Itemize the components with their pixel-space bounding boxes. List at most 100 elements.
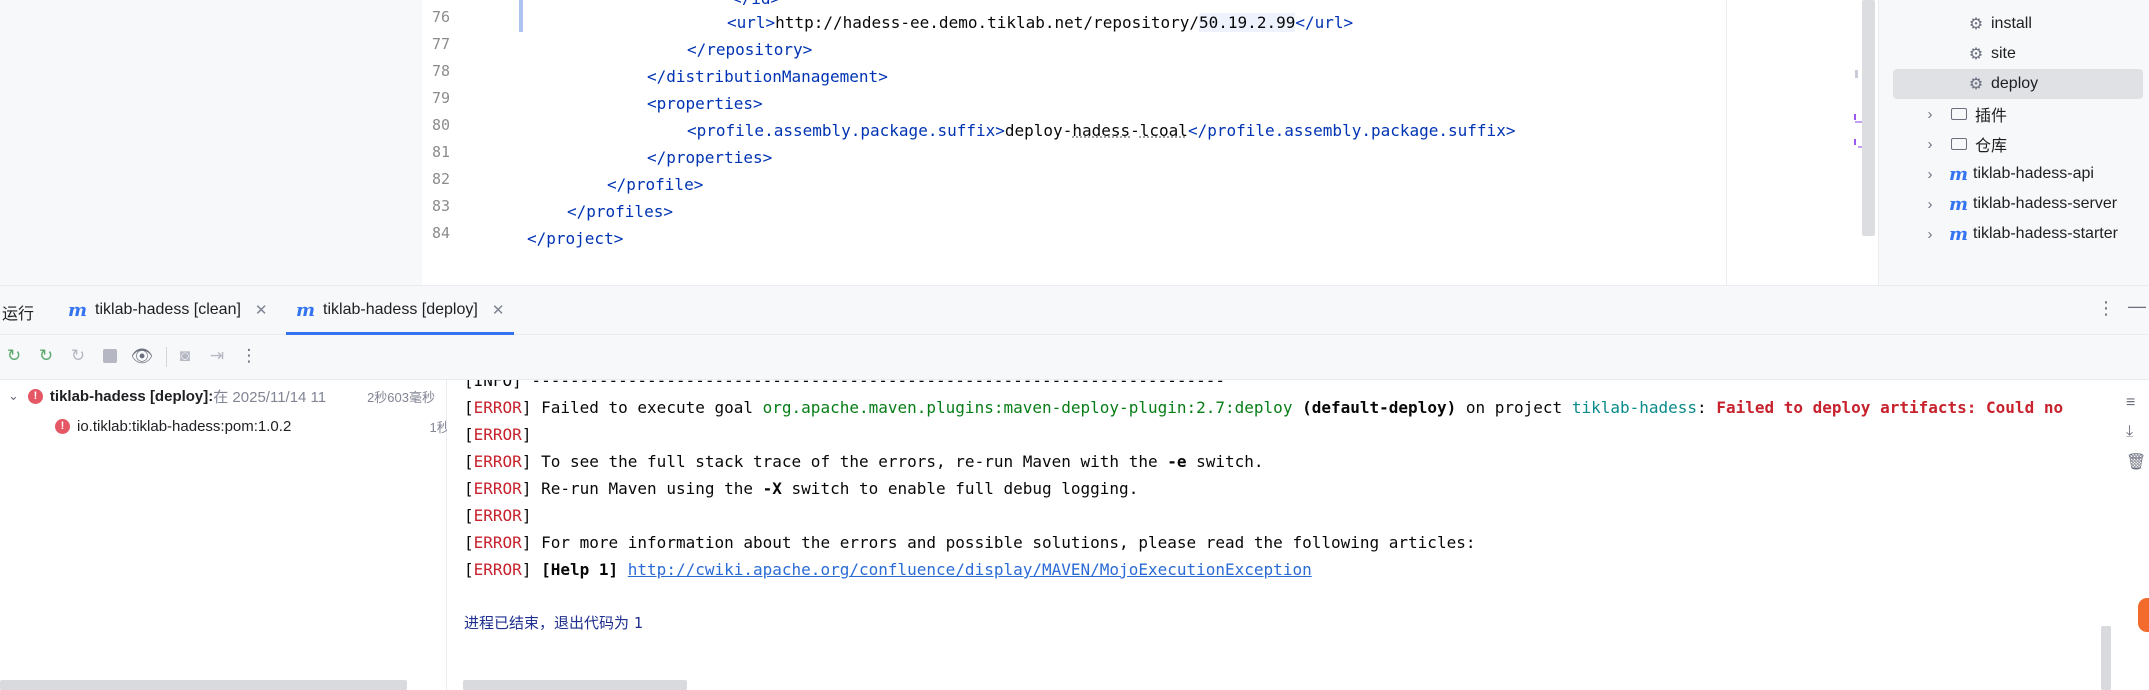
gear-icon: ⚙ xyxy=(1968,46,1984,63)
run-tree-root-time: 2秒603毫秒 xyxy=(367,389,435,405)
tree-item-hadess-server[interactable]: › m tiklab-hadess-server xyxy=(1879,189,2149,219)
tree-item-site[interactable]: ⚙ site xyxy=(1879,39,2149,69)
console-line-error: [ERROR] xyxy=(464,425,532,444)
chevron-right-icon[interactable]: › xyxy=(1923,226,1937,243)
close-icon[interactable]: ✕ xyxy=(492,301,505,319)
tab-deploy[interactable]: m tiklab-hadess [deploy] ✕ xyxy=(286,286,515,335)
error-tag: ERROR xyxy=(473,506,522,525)
trash-icon[interactable]: 🗑 xyxy=(2126,452,2146,472)
error-stripe-mark xyxy=(1854,114,1856,120)
tree-item-label: 仓库 xyxy=(1975,138,2008,155)
tree-item-label: deploy xyxy=(1991,75,2039,92)
line-number: 82 xyxy=(431,170,450,188)
chevron-right-icon[interactable]: › xyxy=(1923,136,1937,153)
editor-left-blank xyxy=(0,0,422,285)
error-tag: ERROR xyxy=(473,479,522,498)
console-text: switch to enable full debug logging. xyxy=(781,479,1139,498)
maven-icon: m xyxy=(68,299,88,321)
code-line-84[interactable]: </project> xyxy=(527,225,623,252)
plugin-badge-icon[interactable] xyxy=(2138,598,2149,632)
chevron-down-icon[interactable]: ⌄ xyxy=(8,388,19,404)
code-line-79[interactable]: <properties> xyxy=(647,90,763,117)
run-toolbar: ↻ ↻ ↻ 👁 ◙ ⇥ ⋮ xyxy=(0,335,2149,380)
error-tag: ERROR xyxy=(473,425,522,444)
right-margin-guide xyxy=(1726,0,1727,285)
stop-icon[interactable] xyxy=(99,345,121,367)
editor-scrollbar[interactable] xyxy=(1862,0,1875,236)
chevron-right-icon[interactable]: › xyxy=(1923,196,1937,213)
property-value: deploy- xyxy=(1004,121,1073,140)
tree-item-deploy[interactable]: ⚙ deploy xyxy=(1893,69,2143,99)
console-line-error: [ERROR] Re-run Maven using the -X switch… xyxy=(464,479,1139,498)
rerun-icon[interactable]: ↻ xyxy=(3,345,25,367)
exit-code: 1 xyxy=(633,614,643,632)
project-tree[interactable]: ⚙ install ⚙ site ⚙ deploy › 插件 › 仓库 › m … xyxy=(1878,0,2149,285)
rerun-failed-icon[interactable]: ↻ xyxy=(35,345,57,367)
code-line-80[interactable]: <profile.assembly.package.suffix>deploy-… xyxy=(687,117,1515,144)
process-exit-line: 进程已结束，退出代码为 1 xyxy=(464,610,643,637)
horizontal-scrollbar[interactable] xyxy=(463,680,687,690)
console-line-error: [ERROR] For more information about the e… xyxy=(464,533,1476,552)
help-link[interactable]: http://cwiki.apache.org/confluence/displ… xyxy=(628,560,1312,579)
console-line-error: [ERROR] [Help 1] http://cwiki.apache.org… xyxy=(464,560,1312,579)
console-output[interactable]: [INFO] ---------------------------------… xyxy=(447,380,2111,690)
run-tree-root[interactable]: ⌄ ! tiklab-hadess [deploy]: 在 2025/11/14… xyxy=(0,381,454,411)
chevron-right-icon[interactable]: › xyxy=(1923,166,1937,183)
more-vertical-icon[interactable]: ⋮ xyxy=(238,345,260,367)
project-name: tiklab-hadess xyxy=(1571,398,1698,417)
run-tree-child[interactable]: ! io.tiklab:tiklab-hadess:pom:1.0.2 1秒8毫… xyxy=(0,411,501,441)
rerun-debug-icon[interactable]: ↻ xyxy=(67,345,89,367)
gear-icon: ⚙ xyxy=(1968,16,1984,33)
tree-item-label: site xyxy=(1991,45,2016,62)
folder-icon xyxy=(1951,108,1967,120)
minimize-icon[interactable]: — xyxy=(2128,296,2146,317)
eye-icon[interactable]: 👁 xyxy=(131,345,154,367)
error-icon: ! xyxy=(27,388,43,404)
import-icon[interactable]: ⇥ xyxy=(206,345,228,367)
property-value-spellcheck: lcoal xyxy=(1139,121,1188,140)
tree-item-plugins[interactable]: › 插件 xyxy=(1879,99,2149,129)
code-editor[interactable]: </id> 76 77 78 79 80 81 82 83 84 <url>ht… xyxy=(422,0,1878,285)
run-tool-window-header: 运行 m tiklab-hadess [clean] ✕ m tiklab-ha… xyxy=(0,285,2149,335)
chevron-right-icon[interactable]: › xyxy=(1923,106,1937,123)
cut-off-line-fragment: </id> xyxy=(732,0,972,5)
property-value-spellcheck: hadess xyxy=(1072,121,1131,140)
failure-message: Failed to deploy artifacts: Could no xyxy=(1716,398,2064,417)
code-line-77[interactable]: </repository> xyxy=(687,36,812,63)
line-number: 80 xyxy=(431,116,450,134)
folder-icon xyxy=(1951,138,1967,150)
console-side-toolbar: ≡ ⤓ 🗑 xyxy=(2111,380,2149,690)
code-line-82[interactable]: </profile> xyxy=(607,171,703,198)
console-text: To see the full stack trace of the error… xyxy=(531,452,1168,471)
console-text: : xyxy=(1697,398,1717,417)
xml-open-tag: <profile.assembly.package.suffix> xyxy=(687,121,1005,140)
console-text: For more information about the errors an… xyxy=(531,533,1476,552)
tab-clean[interactable]: m tiklab-hadess [clean] ✕ xyxy=(68,286,267,334)
error-stripe-mark xyxy=(1854,139,1856,145)
line-number: 78 xyxy=(431,62,450,80)
code-line-78[interactable]: </distributionManagement> xyxy=(647,63,888,90)
tree-item-hadess-starter[interactable]: › m tiklab-hadess-starter xyxy=(1879,219,2149,249)
tree-item-hadess-api[interactable]: › m tiklab-hadess-api xyxy=(1879,159,2149,189)
code-line-76[interactable]: <url>http://hadess-ee.demo.tiklab.net/re… xyxy=(727,9,1353,36)
maven-icon: m xyxy=(296,299,316,321)
close-icon[interactable]: ✕ xyxy=(255,301,268,319)
run-results-tree[interactable]: ⌄ ! tiklab-hadess [deploy]: 在 2025/11/14… xyxy=(0,380,483,690)
tree-item-install[interactable]: ⚙ install xyxy=(1879,9,2149,39)
xml-close-tag: </url> xyxy=(1295,13,1354,32)
tree-item-label: tiklab-hadess-api xyxy=(1973,165,2094,182)
console-text: switch. xyxy=(1186,452,1264,471)
code-line-83[interactable]: </profiles> xyxy=(567,198,673,225)
more-vertical-icon[interactable]: ⋮ xyxy=(2097,298,2115,319)
code-line-81[interactable]: </properties> xyxy=(647,144,772,171)
soft-wrap-icon[interactable]: ≡ xyxy=(2126,394,2135,412)
vertical-scrollbar[interactable] xyxy=(2101,626,2111,690)
tree-item-repositories[interactable]: › 仓库 xyxy=(1879,129,2149,159)
console-text: Failed to execute goal xyxy=(531,398,763,417)
run-tree-root-detail: 在 2025/11/14 11 xyxy=(213,388,327,406)
horizontal-scrollbar[interactable] xyxy=(0,680,407,690)
run-tree-child-label: io.tiklab:tiklab-hadess:pom:1.0.2 xyxy=(77,417,292,435)
camera-icon[interactable]: ◙ xyxy=(174,345,196,367)
scroll-to-end-icon[interactable]: ⤓ xyxy=(2126,423,2133,441)
